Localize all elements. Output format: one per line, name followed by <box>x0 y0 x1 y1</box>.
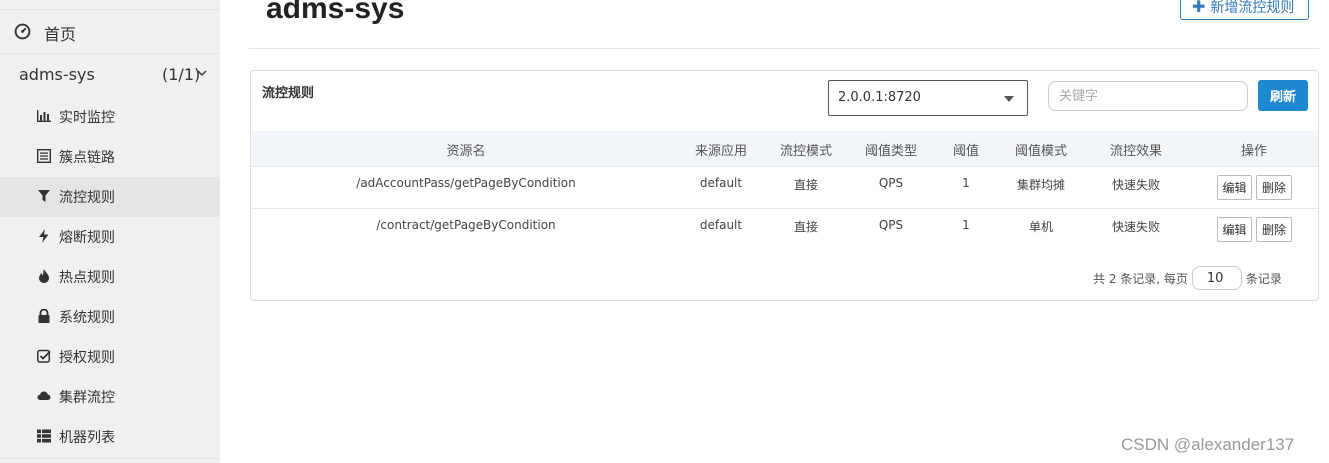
sidebar-item-label: 集群流控 <box>59 390 115 406</box>
edit-button[interactable]: 编辑 <box>1217 175 1252 200</box>
cell-cluster-mode: 单机 <box>1028 220 1053 234</box>
column-header-resource: 资源名 <box>446 144 486 159</box>
table-row: /contract/getPageByCondition default 直接 … <box>251 209 1318 251</box>
column-header-control-behavior: 流控效果 <box>1109 144 1162 159</box>
column-header-grade: 阈值类型 <box>864 144 917 159</box>
pagination: 共 2 条记录, 每页 10 条记录 <box>1093 266 1282 290</box>
column-header-cluster-mode: 阈值模式 <box>1014 144 1067 159</box>
fire-icon <box>39 269 49 283</box>
machine-select[interactable]: 2.0.0.1:8720 <box>828 80 1028 116</box>
cell-strategy: 直接 <box>793 220 818 234</box>
cell-grade: QPS <box>878 176 904 190</box>
sidebar-item-label: 热点规则 <box>59 270 115 286</box>
cell-control-behavior: 快速失败 <box>1111 178 1160 192</box>
cell-limit-app: default <box>699 176 743 190</box>
panel-title: 流控规则 <box>262 86 315 101</box>
cell-count: 1 <box>962 218 970 232</box>
pagination-suffix: 条记录 <box>1245 271 1282 286</box>
cell-cluster-mode: 集群均摊 <box>1016 178 1065 192</box>
cloud-icon <box>37 391 51 400</box>
app-name: adms-sys <box>19 65 95 84</box>
column-header-actions: 操作 <box>1240 144 1267 159</box>
sidebar-item-label: 簇点链路 <box>59 150 115 166</box>
cell-count: 1 <box>962 176 970 190</box>
column-header-strategy: 流控模式 <box>779 144 832 159</box>
table-header: 资源名 来源应用 流控模式 阈值类型 阈值 阈值模式 流控效果 操作 <box>251 131 1318 167</box>
refresh-button[interactable]: 刷新 <box>1258 80 1308 111</box>
header-divider <box>249 48 1319 49</box>
chevron-down-icon <box>197 70 207 76</box>
flash-icon <box>39 229 49 243</box>
th-list-icon <box>37 429 51 443</box>
sidebar-item-label: 授权规则 <box>59 350 115 366</box>
sidebar-item-label: 系统规则 <box>59 310 115 326</box>
page-size-input[interactable]: 10 <box>1191 266 1242 290</box>
cell-resource: /contract/getPageByCondition <box>376 218 556 232</box>
delete-button[interactable]: 删除 <box>1256 217 1292 242</box>
sidebar-item-label: 机器列表 <box>59 430 115 446</box>
page-title: adms-sys <box>266 0 405 25</box>
check-square-icon <box>37 349 51 363</box>
sidebar-app-group[interactable]: adms-sys (1/1) <box>0 54 220 96</box>
sidebar-item-realtime-monitor[interactable]: 实时监控 <box>0 97 220 137</box>
table-row: /adAccountPass/getPageByCondition defaul… <box>251 167 1318 209</box>
delete-button[interactable]: 删除 <box>1256 175 1292 200</box>
list-icon <box>37 149 51 163</box>
add-flow-rule-label: 新增流控规则 <box>1210 0 1295 16</box>
sidebar-item-system-rules[interactable]: 系统规则 <box>0 297 220 337</box>
machine-select-value: 2.0.0.1:8720 <box>838 90 921 105</box>
sidebar-item-cluster-flow[interactable]: 集群流控 <box>0 377 220 417</box>
sidebar-item-label: 熔断规则 <box>59 230 115 246</box>
flow-rules-panel: 流控规则 2.0.0.1:8720 刷新 资源名 来源应用 流控模式 阈值类型 … <box>250 70 1319 301</box>
keyword-search-input[interactable] <box>1048 81 1248 111</box>
column-header-limit-app: 来源应用 <box>694 144 747 159</box>
cell-grade: QPS <box>878 218 904 232</box>
sidebar-item-machine-list[interactable]: 机器列表 <box>0 417 220 457</box>
cell-resource: /adAccountPass/getPageByCondition <box>356 176 576 190</box>
sidebar-item-label: 实时监控 <box>59 110 115 126</box>
dashboard-icon <box>14 23 31 40</box>
sidebar-item-home[interactable]: 首页 <box>0 9 220 54</box>
caret-down-icon <box>1004 96 1014 102</box>
cell-limit-app: default <box>699 218 743 232</box>
sidebar-item-label: 流控规则 <box>59 190 115 206</box>
sidebar-item-cluster-point-link[interactable]: 簇点链路 <box>0 137 220 177</box>
pagination-total: 共 2 条记录, 每页 <box>1093 271 1188 286</box>
sidebar-item-authority-rules[interactable]: 授权规则 <box>0 337 220 377</box>
filter-icon <box>38 190 50 202</box>
bar-chart-icon <box>37 110 51 122</box>
sidebar-item-flow-rules[interactable]: 流控规则 <box>0 177 220 217</box>
edit-button[interactable]: 编辑 <box>1217 217 1252 242</box>
column-header-count: 阈值 <box>952 144 979 159</box>
add-flow-rule-button[interactable]: ✚ 新增流控规则 <box>1180 0 1309 20</box>
sidebar-item-label: 首页 <box>44 25 77 44</box>
lock-icon <box>38 309 50 323</box>
cell-control-behavior: 快速失败 <box>1111 220 1160 234</box>
sidebar-divider <box>0 458 220 459</box>
cell-strategy: 直接 <box>793 178 818 192</box>
plus-icon: ✚ <box>1192 0 1206 16</box>
watermark: CSDN @alexander137 <box>1121 435 1295 454</box>
app-machine-count: (1/1) <box>162 65 201 84</box>
sidebar: 首页 adms-sys (1/1) 实时监控 簇点链路 流控规则 熔断规则 热点… <box>0 0 220 463</box>
sidebar-item-hot-param-rules[interactable]: 热点规则 <box>0 257 220 297</box>
sidebar-item-degrade-rules[interactable]: 熔断规则 <box>0 217 220 257</box>
